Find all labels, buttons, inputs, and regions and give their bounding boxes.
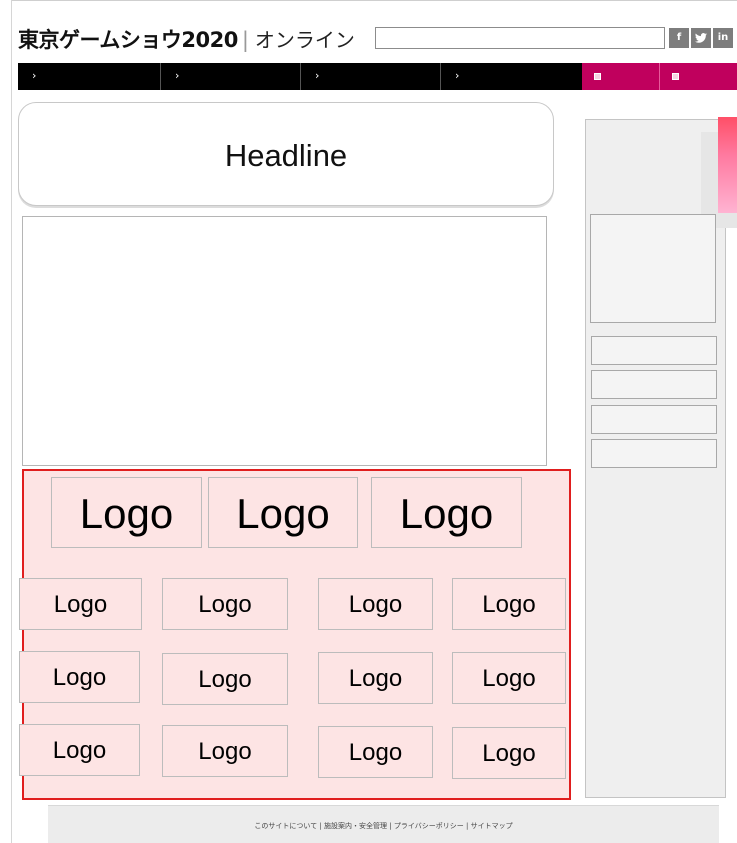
footer-separator: |	[389, 822, 392, 830]
nav-accent-item-2[interactable]	[660, 63, 737, 90]
nav-item-1[interactable]: ›	[18, 63, 161, 90]
title-separator: |	[241, 28, 249, 52]
facebook-icon[interactable]: f	[669, 28, 689, 48]
footer-link-sitemap[interactable]: サイトマップ	[471, 822, 513, 830]
headline-card[interactable]: Headline	[18, 102, 554, 206]
hero-placeholder[interactable]	[22, 216, 547, 466]
twitter-bird-glyph	[695, 33, 707, 43]
footer-separator: |	[319, 822, 322, 830]
main-nav: › › › ›	[18, 63, 737, 90]
sponsor-logo[interactable]: Logo	[452, 727, 566, 779]
sponsor-logo[interactable]: Logo	[162, 725, 288, 777]
window-top-border	[11, 0, 737, 1]
sponsor-logo[interactable]: Logo	[318, 578, 433, 630]
footer-link-facility[interactable]: 施設案内・安全管理	[324, 822, 387, 830]
square-bullet-icon	[672, 73, 679, 80]
footer: このサイトについて | 施設案内・安全管理 | プライバシーポリシー | サイト…	[48, 805, 719, 843]
sidebar-button-1[interactable]	[591, 336, 717, 365]
site-subtitle: オンライン	[254, 28, 355, 52]
sidebar-button-2[interactable]	[591, 370, 717, 399]
chevron-right-icon: ›	[455, 69, 460, 82]
sponsor-logo[interactable]: Logo	[452, 578, 566, 630]
chevron-right-icon: ›	[175, 69, 180, 82]
sponsor-logo[interactable]: Logo	[318, 726, 433, 778]
footer-link-privacy[interactable]: プライバシーポリシー	[394, 822, 464, 830]
sponsor-logo-large[interactable]: Logo	[208, 477, 358, 548]
sponsor-logo-large[interactable]: Logo	[51, 477, 202, 548]
sponsor-logo[interactable]: Logo	[452, 652, 566, 704]
site-title[interactable]: 東京ゲームショウ2020 | オンライン	[18, 28, 355, 52]
chevron-right-icon: ›	[32, 69, 37, 82]
twitter-icon[interactable]	[691, 28, 711, 48]
footer-link-about[interactable]: このサイトについて	[254, 822, 317, 830]
brand-logo-text: 東京ゲームショウ2020	[18, 28, 238, 52]
footer-separator: |	[465, 822, 469, 830]
nav-item-3[interactable]: ›	[301, 63, 441, 90]
search-input[interactable]	[375, 27, 665, 49]
sponsor-logo[interactable]: Logo	[318, 652, 433, 704]
sponsor-logo[interactable]: Logo	[19, 724, 140, 776]
sponsor-logo[interactable]: Logo	[162, 653, 288, 705]
square-bullet-icon	[594, 73, 601, 80]
headline-text: Headline	[224, 138, 348, 173]
nav-item-2[interactable]: ›	[161, 63, 301, 90]
nav-item-4[interactable]: ›	[441, 63, 582, 90]
window-left-border	[11, 0, 12, 843]
sidebar-button-3[interactable]	[591, 405, 717, 434]
sponsor-logo[interactable]: Logo	[19, 651, 140, 703]
sponsor-logo[interactable]: Logo	[19, 578, 142, 630]
linkedin-icon[interactable]: in	[713, 28, 733, 48]
nav-accent-item-1[interactable]	[582, 63, 660, 90]
sponsor-logo[interactable]: Logo	[162, 578, 288, 630]
chevron-right-icon: ›	[315, 69, 320, 82]
sidebar-button-4[interactable]	[591, 439, 717, 468]
sidebar-scroll-thumb[interactable]	[718, 117, 737, 213]
footer-links: このサイトについて | 施設案内・安全管理 | プライバシーポリシー | サイト…	[48, 821, 719, 831]
sidebar-banner-placeholder[interactable]	[590, 214, 716, 323]
sponsor-logo-large[interactable]: Logo	[371, 477, 522, 548]
